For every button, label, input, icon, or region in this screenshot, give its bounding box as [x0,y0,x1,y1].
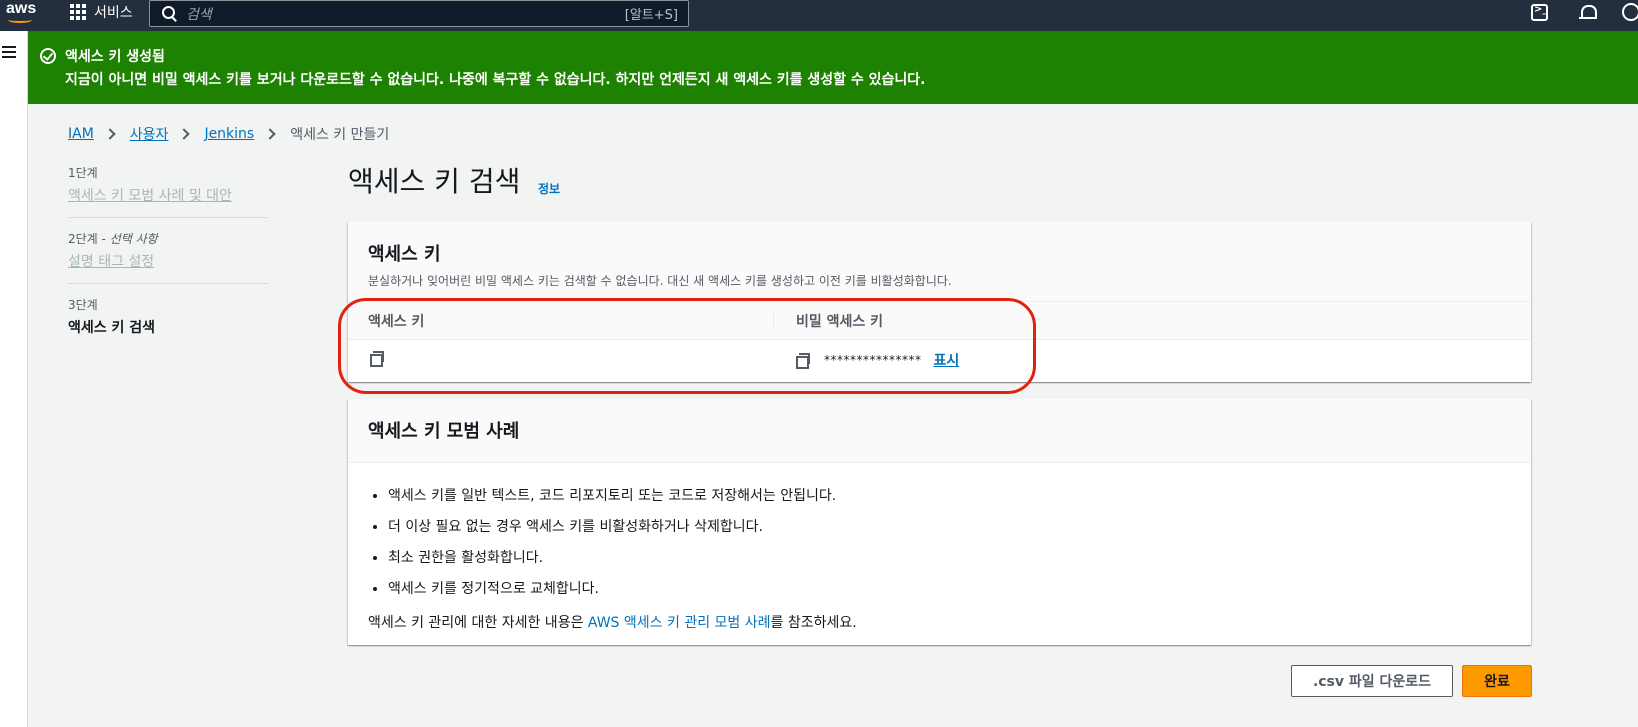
panel-description: 분실하거나 잊어버린 비밀 액세스 키는 검색할 수 없습니다. 대신 새 액세… [368,274,952,288]
step-current-label: 액세스 키 검색 [68,320,156,336]
column-header-secret-key: 비밀 액세스 키 [796,313,884,330]
wizard-step-2: 2단계 - 선택 사항 설명 태그 설정 [68,230,268,284]
chevron-right-icon [264,128,276,140]
search-placeholder: 검색 [186,6,212,23]
help-icon[interactable] [1622,3,1638,21]
access-keys-table: 액세스 키 비밀 액세스 키 *************** 표시 [348,302,1531,380]
table-header-row: 액세스 키 비밀 액세스 키 [348,302,1531,340]
list-item: 액세스 키를 일반 텍스트, 코드 리포지토리 또는 코드로 저장해서는 안됩니… [388,485,1531,505]
step-number: 1단계 [68,166,98,180]
step-number: 3단계 [68,298,98,312]
info-link[interactable]: 정보 [538,180,560,197]
step-link[interactable]: 설명 태그 설정 [68,251,268,271]
breadcrumb-link-iam[interactable]: IAM [68,126,94,142]
best-practices-list: 액세스 키를 일반 텍스트, 코드 리포지토리 또는 코드로 저장해서는 안됩니… [388,485,1531,598]
panel-header: 액세스 키 분실하거나 잊어버린 비밀 액세스 키는 검색할 수 없습니다. 대… [348,222,1531,302]
secret-key-masked: *************** [824,353,922,367]
wizard-steps: 1단계 액세스 키 모범 사례 및 대안 2단계 - 선택 사항 설명 태그 설… [68,164,268,361]
cloudshell-icon[interactable] [1531,4,1548,21]
copy-icon[interactable] [370,351,384,367]
grid-icon [70,4,86,20]
search-shortcut-hint: [알트+S] [624,8,678,23]
aws-logo-text: aws [6,0,37,17]
success-flash-banner: 액세스 키 생성됨 지금이 아니면 비밀 액세스 키를 보거나 다운로드할 수 … [28,31,1638,104]
table-row: *************** 표시 [348,340,1531,380]
breadcrumb: IAM 사용자 Jenkins 액세스 키 만들기 [68,124,389,144]
list-item: 액세스 키를 정기적으로 교체합니다. [388,578,1531,598]
flash-message: 지금이 아니면 비밀 액세스 키를 보거나 다운로드할 수 없습니다. 나중에 … [65,72,926,88]
aws-logo[interactable]: aws [6,1,38,27]
aws-smile-icon [8,17,32,23]
flash-title: 액세스 키 생성됨 [65,49,165,65]
step-link[interactable]: 액세스 키 모범 사례 및 대안 [68,185,268,205]
search-icon [162,5,178,22]
chevron-right-icon [104,128,116,140]
top-navigation-bar: aws 서비스 검색 [알트+S] [0,0,1638,31]
breadcrumb-link-users[interactable]: 사용자 [130,124,169,144]
more-info-text: 액세스 키 관리에 대한 자세한 내용은 AWS 액세스 키 관리 모범 사례를… [368,615,857,631]
page-title: 액세스 키 검색 [348,165,521,198]
step-number: 2단계 - 선택 사항 [68,232,158,246]
breadcrumb-link-jenkins[interactable]: Jenkins [204,126,254,142]
step-optional-label: 선택 사항 [109,232,158,246]
panel-title: 액세스 키 모범 사례 [368,421,520,442]
success-check-icon [40,48,56,64]
wizard-step-3: 3단계 액세스 키 검색 [68,296,268,349]
services-menu-button[interactable]: 서비스 [70,0,133,24]
hamburger-menu-icon[interactable] [2,46,16,58]
show-secret-link[interactable]: 표시 [934,350,960,370]
download-csv-button[interactable]: .csv 파일 다운로드 [1291,665,1453,697]
list-item: 최소 권한을 활성화합니다. [388,547,1531,567]
search-input[interactable]: 검색 [알트+S] [149,0,689,27]
list-item: 더 이상 필요 없는 경우 액세스 키를 비활성화하거나 삭제합니다. [388,516,1531,536]
access-key-cell [348,351,774,369]
secret-key-cell: *************** 표시 [774,350,959,370]
wizard-step-1: 1단계 액세스 키 모범 사례 및 대안 [68,164,268,218]
access-keys-panel: 액세스 키 분실하거나 잊어버린 비밀 액세스 키는 검색할 수 없습니다. 대… [348,222,1531,382]
best-practices-panel: 액세스 키 모범 사례 액세스 키를 일반 텍스트, 코드 리포지토리 또는 코… [348,399,1531,645]
breadcrumb-current: 액세스 키 만들기 [290,127,390,143]
panel-header: 액세스 키 모범 사례 [348,399,1531,463]
done-button[interactable]: 완료 [1462,665,1532,697]
services-label: 서비스 [94,5,133,21]
copy-icon[interactable] [796,353,810,369]
notifications-bell-icon[interactable] [1578,3,1598,23]
side-navigation-strip [0,31,28,727]
column-header-access-key: 액세스 키 [348,310,774,331]
chevron-right-icon [178,128,191,140]
panel-title: 액세스 키 [368,244,441,265]
best-practices-doc-link[interactable]: AWS 액세스 키 관리 모범 사례 [588,615,771,631]
